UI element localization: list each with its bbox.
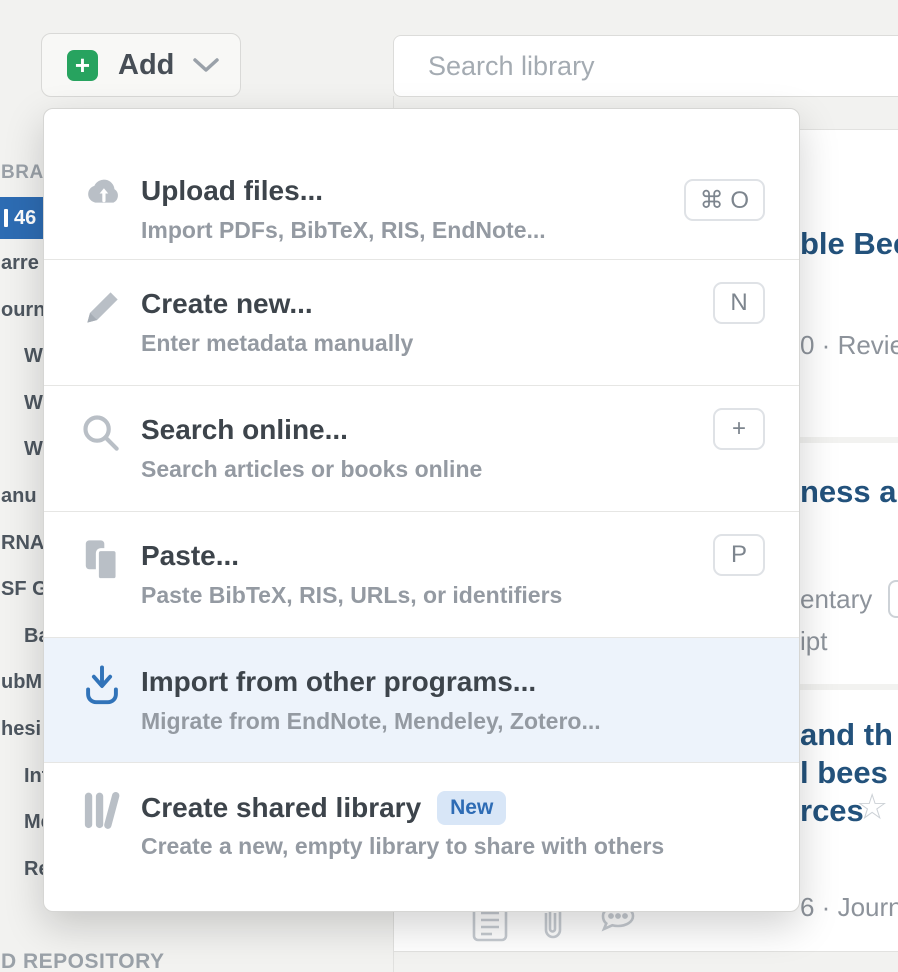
menu-item-create-shared-library[interactable]: Create shared library New Create a new, … (44, 762, 799, 912)
add-button-label: Add (118, 49, 174, 82)
sidebar-item[interactable]: arre (1, 252, 39, 275)
paper-meta: 0 · Revie (800, 330, 898, 361)
search-icon (80, 412, 124, 456)
paper-meta: ipt (800, 626, 827, 657)
menu-item-title: Search online... (141, 414, 348, 446)
sidebar-item-selected[interactable]: 46 (0, 197, 44, 239)
menu-item-title: Create shared library (141, 792, 421, 824)
menu-item-subtitle: Create a new, empty library to share wit… (141, 833, 664, 860)
menu-item-subtitle: Migrate from EndNote, Mendeley, Zotero..… (141, 708, 601, 735)
menu-item-subtitle: Search articles or books online (141, 456, 482, 483)
chevron-down-icon (192, 56, 220, 74)
sidebar-item[interactable]: SF G (1, 578, 48, 601)
add-button[interactable]: + Add (41, 33, 241, 97)
menu-item-title: Upload files... (141, 175, 323, 207)
search-box (393, 35, 898, 97)
menu-item-subtitle: Import PDFs, BibTeX, RIS, EndNote... (141, 217, 546, 244)
paper-title[interactable]: and th (800, 717, 893, 753)
shortcut-badge: + (713, 408, 765, 450)
plus-icon: + (67, 50, 98, 81)
menu-item-import-from-other-programs[interactable]: Import from other programs... Migrate fr… (44, 637, 799, 762)
menu-item-search-online[interactable]: Search online... Search articles or book… (44, 385, 799, 511)
sidebar-item[interactable]: anu (1, 485, 37, 508)
shortcut-badge: P (713, 534, 765, 576)
list-divider (394, 951, 898, 952)
paper-title[interactable]: rces (800, 793, 864, 829)
library-books-icon (80, 789, 124, 833)
menu-item-title: Create new... (141, 288, 313, 320)
menu-item-title: Paste... (141, 540, 239, 572)
cloud-upload-icon (80, 171, 124, 215)
sidebar-item[interactable]: ourn (1, 299, 45, 322)
add-dropdown-menu: Upload files... Import PDFs, BibTeX, RIS… (43, 108, 800, 912)
selected-item-glyph (4, 209, 8, 227)
search-input[interactable] (394, 36, 898, 96)
label-chip (888, 580, 898, 618)
shortcut-badge: N (713, 282, 765, 324)
sidebar-bottom-section-label: D REPOSITORY (1, 950, 165, 972)
menu-item-subtitle: Enter metadata manually (141, 330, 413, 357)
shortcut-badge: ⌘ O (684, 179, 765, 221)
paper-title[interactable]: ness ar (800, 474, 898, 510)
menu-item-title: Import from other programs... (141, 666, 536, 698)
sidebar-item[interactable]: RNA (1, 532, 44, 555)
sidebar-section-label: BRA (1, 162, 44, 184)
menu-item-paste[interactable]: Paste... Paste BibTeX, RIS, URLs, or ide… (44, 511, 799, 637)
paper-meta: entary (800, 584, 872, 615)
menu-item-create-new[interactable]: Create new... Enter metadata manually N (44, 259, 799, 385)
sidebar-item[interactable]: hesi (1, 718, 41, 741)
paper-title[interactable]: ble Bee (800, 226, 898, 262)
new-badge: New (437, 791, 506, 825)
app-window: BRA 46 arreournWeWeWeanuRNASF GBacubMhes… (0, 0, 898, 972)
pencil-icon (80, 286, 124, 330)
paper-meta: 6 · Journ (800, 892, 898, 923)
selected-item-count: 46 (14, 207, 36, 230)
star-outline-icon[interactable]: ☆ (856, 786, 888, 828)
sidebar-item[interactable]: ubM (1, 671, 42, 694)
import-download-icon (80, 664, 124, 708)
menu-item-upload-files[interactable]: Upload files... Import PDFs, BibTeX, RIS… (44, 135, 799, 259)
menu-item-subtitle: Paste BibTeX, RIS, URLs, or identifiers (141, 582, 562, 609)
paste-icon (80, 538, 124, 582)
